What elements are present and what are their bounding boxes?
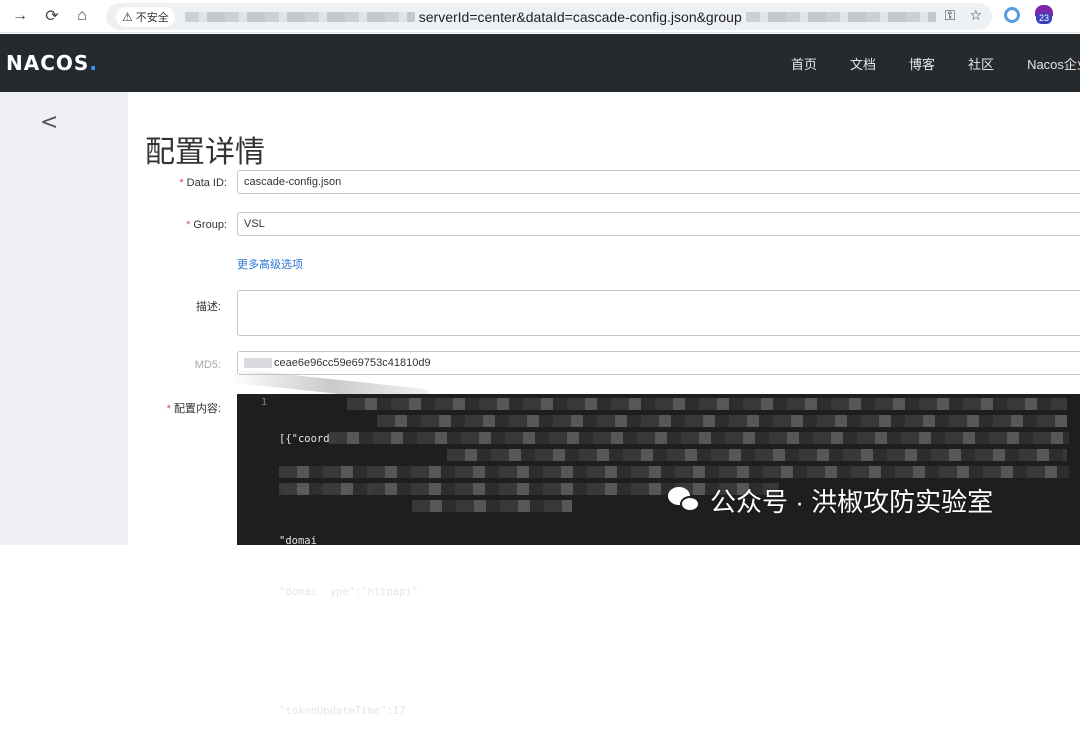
group-label: * Group: xyxy=(186,219,227,231)
description-label: 描述: xyxy=(195,301,221,313)
code-line: "domai ype":"httpapi" xyxy=(279,586,419,598)
app-header: NACOS. 首页 文档 博客 社区 Nacos企业 xyxy=(0,34,1080,92)
warning-icon: ⚠ xyxy=(122,9,133,24)
config-content-editor[interactable]: 1 [{"coordi "domainCode":"8 "domai "doma… xyxy=(237,394,1080,717)
md5-field[interactable]: ceae6e96cc59e69753c41810d9 xyxy=(237,351,1080,375)
security-indicator[interactable]: ⚠ 不安全 xyxy=(116,6,175,27)
wechat-watermark: 公众号 · 洪椒攻防实验室 xyxy=(668,482,993,519)
content-label: * 配置内容: xyxy=(166,403,221,415)
redacted-code xyxy=(329,432,1069,444)
redacted-code xyxy=(279,466,1069,478)
sidebar: < xyxy=(0,92,128,545)
extension-ring-icon[interactable] xyxy=(1004,7,1020,23)
md5-label: MD5: xyxy=(194,359,221,371)
top-menu: 首页 文档 博客 社区 Nacos企业 xyxy=(791,54,1080,73)
back-arrow-icon[interactable]: → xyxy=(8,4,32,28)
md5-redacted xyxy=(244,358,272,368)
chevron-left-icon[interactable]: < xyxy=(40,110,58,135)
wechat-icon xyxy=(668,486,702,515)
menu-blog[interactable]: 博客 xyxy=(909,54,935,73)
browser-toolbar: → ⟳ ⌂ ⚠ 不安全 serverId=center&dataId=casca… xyxy=(0,0,1080,33)
watermark-text: 公众号 · 洪椒攻防实验室 xyxy=(710,487,994,517)
menu-docs[interactable]: 文档 xyxy=(850,54,876,73)
nacos-logo[interactable]: NACOS. xyxy=(6,51,98,75)
menu-home[interactable]: 首页 xyxy=(791,54,817,73)
home-icon[interactable]: ⌂ xyxy=(70,4,94,28)
insecure-label: 不安全 xyxy=(135,11,169,24)
redacted-code xyxy=(347,398,1067,410)
address-bar[interactable]: ⚠ 不安全 serverId=center&dataId=cascade-con… xyxy=(106,3,992,30)
url-text: serverId=center&dataId=cascade-config.js… xyxy=(418,8,742,25)
code-line: "tokenUpdateTime":17 xyxy=(279,705,406,717)
menu-community[interactable]: 社区 xyxy=(968,54,994,73)
menu-enterprise[interactable]: Nacos企业 xyxy=(1027,54,1080,73)
advanced-options-link[interactable]: 更多高级选项 xyxy=(237,256,303,272)
description-field[interactable] xyxy=(237,290,1080,336)
url-redacted xyxy=(184,11,415,22)
redacted-code xyxy=(447,449,1067,461)
key-icon[interactable]: ⚿ xyxy=(945,7,956,24)
data-id-field[interactable]: cascade-config.json xyxy=(237,170,1080,194)
redacted-code xyxy=(412,500,572,512)
data-id-label: * Data ID: xyxy=(179,177,227,189)
line-number: 1 xyxy=(261,397,268,408)
reload-icon[interactable]: ⟳ xyxy=(40,4,64,28)
page-title: 配置详情 xyxy=(145,136,265,169)
url-redacted-tail xyxy=(745,11,936,22)
star-icon[interactable]: ☆ xyxy=(969,7,982,24)
code-line: "domai xyxy=(279,535,317,547)
redacted-code xyxy=(377,415,1067,427)
extension-badge-icon[interactable]: 23 xyxy=(1034,5,1054,25)
code-content: [{"coordi "domainCode":"8 "domai "domai … xyxy=(279,397,418,754)
group-field[interactable]: VSL xyxy=(237,212,1080,236)
config-detail-panel: 配置详情 * Data ID: cascade-config.json * Grou… xyxy=(128,92,1080,717)
